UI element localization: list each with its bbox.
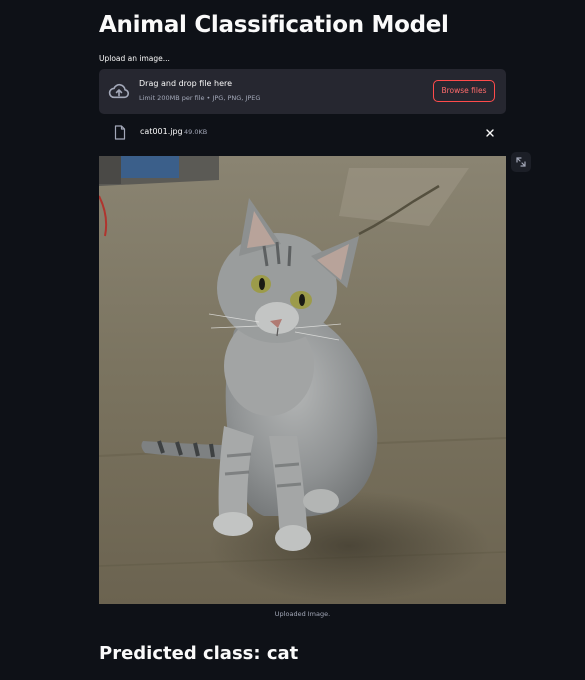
dropzone-limit-text: Limit 200MB per file • JPG, PNG, JPEG xyxy=(139,94,261,102)
cloud-upload-icon xyxy=(108,83,130,99)
browse-files-button[interactable]: Browse files xyxy=(433,80,495,102)
uploaded-image xyxy=(99,156,506,604)
fullscreen-button[interactable] xyxy=(511,152,531,172)
file-name: cat001.jpg xyxy=(140,127,183,136)
close-icon[interactable] xyxy=(483,126,497,140)
dropzone-instructions: Drag and drop file here xyxy=(139,79,233,88)
cat-photo xyxy=(99,156,506,604)
prediction-result: Predicted class: cat xyxy=(99,643,299,664)
file-icon xyxy=(114,125,126,140)
fullscreen-icon xyxy=(516,157,526,167)
upload-label: Upload an image... xyxy=(99,54,170,63)
app-container: Animal Classification Model Upload an im… xyxy=(0,0,585,680)
file-size: 49.0KB xyxy=(184,128,208,136)
page-title: Animal Classification Model xyxy=(99,12,449,38)
file-dropzone[interactable]: Drag and drop file here Limit 200MB per … xyxy=(99,69,506,114)
image-caption: Uploaded Image. xyxy=(274,610,331,618)
uploaded-file-row: cat001.jpg 49.0KB xyxy=(99,121,506,145)
